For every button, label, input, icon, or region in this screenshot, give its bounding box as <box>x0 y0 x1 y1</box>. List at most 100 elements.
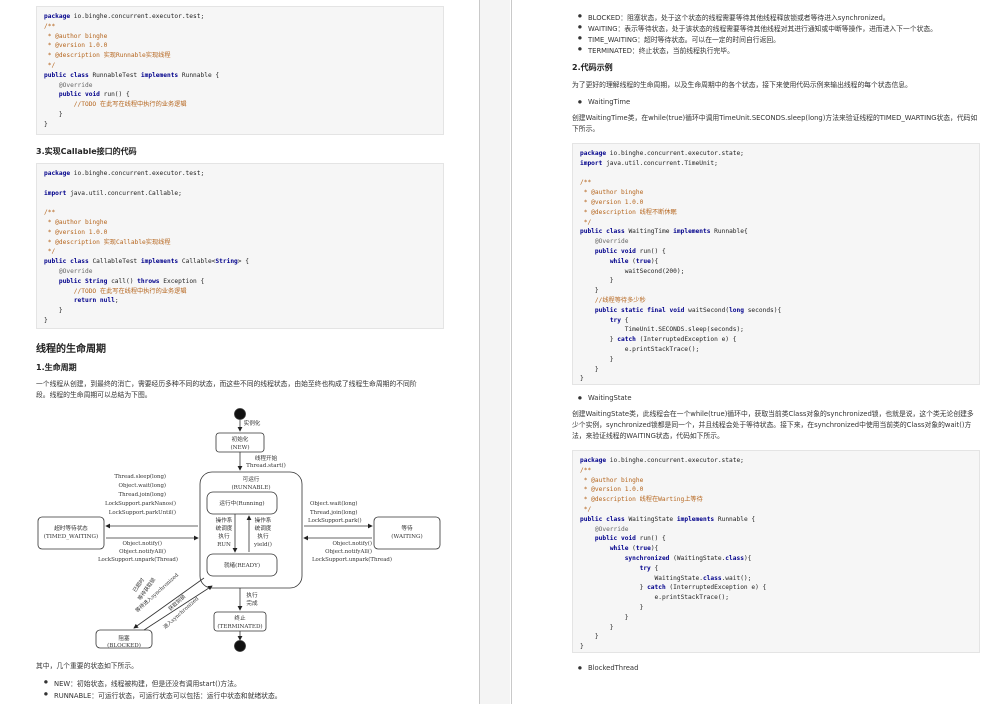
code-line: public class RunnableTest implements Run… <box>44 71 220 79</box>
code-line: try { <box>609 316 629 324</box>
label-new-1: 初始化 <box>232 435 249 443</box>
label-sched-right: 统调度 <box>255 524 272 532</box>
label-new-2: (NEW) <box>230 444 249 451</box>
paragraph-example: 为了更好的理解线程的生命周期，以及生命周期中的各个状态，接下来使用代码示例来输出… <box>572 81 912 89</box>
label-w-call: Thread.join(long) <box>310 509 357 516</box>
label-ready: 就绪(READY) <box>224 561 260 569</box>
paragraph-line: 法，来验证线程的WAITING状态，代码如下所示。 <box>572 432 724 440</box>
code-line: synchronized (WaitingState.class){ <box>624 554 752 562</box>
paragraph-line: 创建WaitingState类，此线程会在一个while(true)循环中，获取… <box>572 410 974 418</box>
code-line: } <box>44 120 48 128</box>
label-thread-start-1: 线程开始 <box>255 454 278 462</box>
code-line: } <box>44 307 63 315</box>
code-line: } <box>580 633 599 641</box>
code-block-runnable: package io.binghe.concurrent.executor.te… <box>36 6 444 135</box>
code-line: } <box>580 287 599 295</box>
paragraph-line: 下所示。 <box>572 125 600 133</box>
label-sched-left: 执行 <box>218 532 230 540</box>
list-item-blockedthread: BlockedThread <box>578 664 638 673</box>
label-tw-call: Object.wait(long) <box>119 482 166 489</box>
code-line: } <box>580 365 599 373</box>
code-line: e.printStackTrace(); <box>580 345 700 353</box>
paragraph-line: 一个线程从创建，到最终的消亡，需要经历多种不同的状态，而这些不同的线程状态，由始… <box>36 380 417 388</box>
code-line: } <box>580 355 614 363</box>
code-line: } <box>580 277 614 285</box>
code-line: import java.util.concurrent.TimeUnit; <box>580 159 718 167</box>
label-timed-waiting-2: (TIMED_WAITING) <box>44 533 98 540</box>
label-tw-call: LockSupport.parkUntil() <box>109 509 176 516</box>
label-tw-call: Thread.join(long) <box>119 491 166 498</box>
code-line: @Override <box>580 525 629 533</box>
label-w-call: Object.wait(long) <box>310 500 357 507</box>
paragraph-line: 少个实例，synchronized锁都是同一个，并且线程会处于等待状态。接下来，… <box>572 421 972 429</box>
label-exec-done-2: 完成 <box>246 599 258 607</box>
paragraph-states: 其中，几个重要的状态如下所示。 <box>36 662 138 670</box>
paragraph-line: 创建WaitingTime类，在while(true)循环中调用TimeUnit… <box>572 114 978 122</box>
thread-lifecycle-diagram: 实例化 初始化 (NEW) 线程开始 Thread.start() 可运行 (R… <box>37 408 441 652</box>
label-waiting-1: 等待 <box>401 524 413 532</box>
list-item-time-waiting: TIME_WAITING：超时等待状态。可以在一定的时间自行返回。 <box>578 34 780 44</box>
state-timed-waiting-box <box>37 516 105 550</box>
label-notify-left: Object.notifyAll() <box>119 548 166 555</box>
code-line: * @version 1.0.0 <box>580 486 644 494</box>
list-item-waitingstate: WaitingState <box>578 394 631 403</box>
label-sched-left: 统调度 <box>216 524 233 532</box>
label-sched-left: 操作系 <box>216 516 233 524</box>
paragraph-waitingstate: 创建WaitingState类，此线程会在一个while(true)循环中，获取… <box>572 409 997 442</box>
list-item-waiting: WAITING：表示等待状态，处于该状态的线程需要等待其他线程对其进行通知或中断… <box>578 23 937 33</box>
code-line: package io.binghe.concurrent.executor.st… <box>580 150 744 157</box>
label-tw-call: LockSupport.parkNanos() <box>105 500 176 507</box>
code-line: * @version 1.0.0 <box>44 228 108 236</box>
code-line: public void run() { <box>594 247 666 255</box>
label-sched-right: 执行 <box>257 532 269 540</box>
code-block-waitingtime: package io.binghe.concurrent.executor.st… <box>572 143 980 385</box>
code-line: } <box>44 316 48 324</box>
state-waiting-box <box>373 516 441 550</box>
code-line: * @description 线程在Warting上等待 <box>580 496 703 504</box>
list-item-runnable: RUNNABLE：可运行状态，可运行状态可以包括：运行中状态和就绪状态。 <box>44 690 282 700</box>
page-divider-left <box>479 0 480 704</box>
code-line: /** <box>580 179 592 187</box>
code-line: while (true){ <box>609 257 659 265</box>
code-line: package io.binghe.concurrent.executor.te… <box>44 170 205 177</box>
code-line: package io.binghe.concurrent.executor.te… <box>44 13 205 20</box>
list-item-waitingtime: WaitingTime <box>578 98 630 107</box>
code-line: } <box>580 643 584 651</box>
code-line: TimeUnit.SECONDS.sleep(seconds); <box>580 326 744 334</box>
start-node <box>234 408 246 420</box>
label-waiting-2: (WAITING) <box>391 533 422 540</box>
label-timed-waiting-1: 超时等待状态 <box>54 524 88 532</box>
code-line: public static final void waitSecond(long… <box>594 306 782 314</box>
label-sched-left: RUN <box>217 542 231 548</box>
code-line: * @version 1.0.0 <box>580 198 644 206</box>
label-blocked-1: 阻塞 <box>118 634 130 642</box>
code-line: @Override <box>44 267 93 275</box>
code-line: * @author binghe <box>44 32 108 40</box>
heading-lifecycle-sub: 1.生命周期 <box>36 363 77 372</box>
code-line: @Override <box>580 238 629 246</box>
list-item-blocked: BLOCKED：阻塞状态，处于这个状态的线程需要等待其他线程释放锁或者等待进入s… <box>578 12 890 22</box>
label-notify-left: LockSupport.unpark(Thread) <box>98 556 178 563</box>
code-line: * @description 实现Callable实现线程 <box>44 238 171 246</box>
code-line: public class CallableTest implements Cal… <box>44 258 249 266</box>
label-runnable-1: 可运行 <box>243 475 260 483</box>
code-line: * @author binghe <box>580 476 644 484</box>
code-line: } catch (InterruptedException e) { <box>580 584 767 592</box>
code-line: * @author binghe <box>580 189 644 197</box>
code-line: while (true){ <box>609 545 659 553</box>
page-gutter <box>480 0 510 704</box>
label-notify-right: LockSupport.unpark(Thread) <box>312 556 392 563</box>
code-line: */ <box>580 505 592 513</box>
code-line: //线程等待多少秒 <box>580 296 646 304</box>
document-page-left: package io.binghe.concurrent.executor.te… <box>0 0 478 704</box>
code-line: e.printStackTrace(); <box>580 594 730 602</box>
code-line: //TODO 在此写在线程中执行的业务逻辑 <box>44 287 187 295</box>
code-line: * @author binghe <box>44 218 108 226</box>
label-exec-done-1: 执行 <box>246 591 258 599</box>
code-line: WaitingState.class.wait(); <box>580 574 752 582</box>
code-line: /** <box>580 466 592 474</box>
code-line: package io.binghe.concurrent.executor.st… <box>580 457 744 464</box>
